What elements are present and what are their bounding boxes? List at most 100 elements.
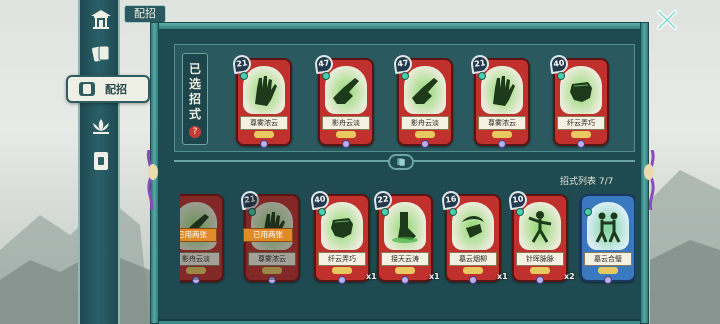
- palm-strike-icon: [255, 76, 277, 106]
- kick-icon: [392, 212, 418, 243]
- card-count: x2: [564, 272, 575, 281]
- pavilion-icon: [91, 10, 111, 29]
- nav-equip-button[interactable]: 配招: [66, 75, 150, 103]
- list-card[interactable]: 墓云合璧: [580, 194, 635, 284]
- cards-icon: [92, 45, 110, 62]
- card-name: 尊雾浓云: [240, 116, 288, 130]
- element-orb-icon: [318, 208, 326, 216]
- used-tag: 已用两张: [180, 228, 217, 242]
- selected-label-char: 式: [188, 107, 201, 121]
- card-name: 针晖脉脉: [516, 252, 564, 266]
- gem-icon: [342, 140, 350, 148]
- hand-chop-icon: [412, 78, 438, 104]
- nav-equip-label: 配招: [105, 83, 127, 96]
- close-icon[interactable]: [655, 8, 679, 32]
- rank-stars-icon: [395, 267, 415, 274]
- element-orb-icon: [401, 72, 409, 80]
- gem-icon: [536, 276, 544, 284]
- element-orb-icon: [584, 208, 592, 216]
- element-orb-icon: [557, 72, 565, 80]
- card-art: [243, 66, 285, 114]
- card-name: 纤云弄巧: [318, 252, 366, 266]
- card-art: [384, 202, 426, 250]
- gem-icon: [498, 140, 506, 148]
- palm-strike-icon: [493, 76, 515, 106]
- card-name: 影舟云淡: [322, 116, 370, 130]
- card-art: [325, 66, 367, 114]
- panel-top-beam: [150, 22, 649, 30]
- rank-stars-icon: [571, 131, 591, 138]
- list-card[interactable]: 21 尊雾浓云 已用两张: [239, 189, 300, 284]
- element-orb-icon: [516, 208, 524, 216]
- spin-strike-icon: [462, 216, 484, 238]
- selected-label-char: 招: [188, 92, 201, 106]
- selected-card[interactable]: 21 尊雾浓云: [469, 53, 530, 148]
- element-orb-icon: [322, 72, 330, 80]
- card-art: [587, 202, 629, 250]
- lotus-icon: [93, 119, 109, 134]
- list-card[interactable]: 影舟云淡 已用两张: [180, 194, 224, 284]
- rank-stars-icon: [332, 267, 352, 274]
- card-list[interactable]: 影舟云淡 已用两张 21 尊雾浓云 已用两张 40 纤云弄巧 x1 22 接天云涛 x1 16 墓云烟柳…: [180, 186, 635, 290]
- card-art: [452, 202, 494, 250]
- nav-home-button[interactable]: [87, 6, 115, 32]
- nav-cards-button[interactable]: [87, 40, 115, 66]
- used-tag: 已用两张: [243, 228, 293, 242]
- rank-stars-icon: [254, 131, 274, 138]
- fist-icon: [331, 218, 353, 238]
- fighter-pose-icon: [528, 211, 552, 243]
- fist-icon: [570, 82, 592, 102]
- card-art: [560, 66, 602, 114]
- selected-card[interactable]: 21 尊雾浓云: [231, 53, 292, 148]
- ribbon-left-icon: [146, 150, 158, 210]
- gem-icon: [401, 276, 409, 284]
- card-art: [481, 66, 523, 114]
- selected-card[interactable]: 40 纤云弄巧: [548, 53, 609, 148]
- nav-rail: [78, 0, 120, 324]
- card-deck-icon: [79, 82, 95, 96]
- card-count: x1: [429, 272, 440, 281]
- dice-icon: [94, 152, 108, 170]
- card-art: [404, 66, 446, 114]
- ribbon-right-icon: [644, 150, 655, 210]
- nav-skills-button[interactable]: [87, 113, 115, 139]
- card-name: 接天云涛: [381, 252, 429, 266]
- help-button[interactable]: ?: [189, 126, 201, 138]
- selected-card[interactable]: 47 影舟云淡: [392, 53, 453, 148]
- card-name: 墓云烟柳: [449, 252, 497, 266]
- rank-stars-icon: [492, 131, 512, 138]
- card-name: 尊雾浓云: [478, 116, 526, 130]
- page-title: 配招: [124, 5, 166, 23]
- card-stack-icon: [388, 154, 414, 170]
- card-count: x1: [366, 272, 377, 281]
- element-orb-icon: [381, 208, 389, 216]
- gem-icon: [338, 276, 346, 284]
- rank-stars-icon: [598, 267, 618, 274]
- rank-stars-icon: [530, 267, 550, 274]
- rank-stars-icon: [463, 267, 483, 274]
- rank-stars-icon: [336, 131, 356, 138]
- card-art: [321, 202, 363, 250]
- gem-icon: [577, 140, 585, 148]
- list-card[interactable]: 16 墓云烟柳 x1: [440, 189, 508, 284]
- card-name: 墓云合璧: [584, 252, 632, 266]
- selected-label-char: 选: [188, 77, 201, 91]
- nav-items-button[interactable]: [87, 148, 115, 174]
- list-card[interactable]: 22 接天云涛 x1: [372, 189, 440, 284]
- selected-label-char: 已: [188, 62, 201, 76]
- card-name: 影舟云淡: [401, 116, 449, 130]
- duo-fighters-icon: [595, 212, 621, 243]
- gem-icon: [469, 276, 477, 284]
- rank-stars-icon: [415, 131, 435, 138]
- element-orb-icon: [240, 72, 248, 80]
- element-orb-icon: [478, 72, 486, 80]
- gem-icon: [421, 140, 429, 148]
- list-card[interactable]: 10 针晖脉脉 x2: [507, 189, 575, 284]
- hand-chop-icon: [333, 78, 359, 104]
- element-orb-icon: [449, 208, 457, 216]
- list-card[interactable]: 40 纤云弄巧 x1: [309, 189, 377, 284]
- selected-label: 已 选 招 式 ?: [182, 53, 208, 145]
- card-count: x1: [497, 272, 508, 281]
- selected-card[interactable]: 47 影舟云淡: [313, 53, 374, 148]
- gem-icon: [604, 276, 612, 284]
